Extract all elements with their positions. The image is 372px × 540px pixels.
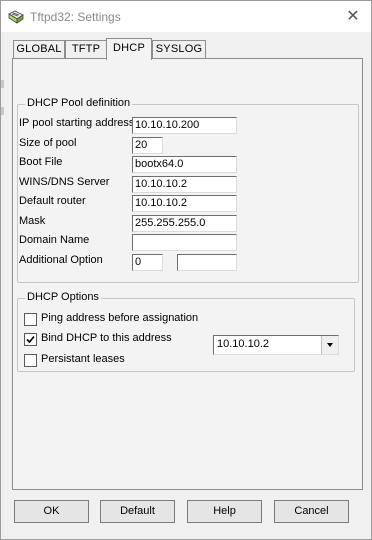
default-router-input[interactable]: 10.10.10.2 bbox=[132, 195, 237, 212]
bind-address-value: 10.10.10.2 bbox=[217, 338, 269, 350]
chevron-down-icon bbox=[327, 343, 333, 347]
help-button[interactable]: Help bbox=[187, 500, 262, 523]
persistant-leases-checkbox[interactable] bbox=[24, 354, 37, 367]
dhcp-options-legend: DHCP Options bbox=[25, 291, 101, 303]
boot-file-input[interactable]: bootx64.0 bbox=[132, 156, 237, 173]
window-title: Tftpd32: Settings bbox=[30, 10, 121, 24]
dropdown-button[interactable] bbox=[321, 336, 338, 354]
mask-label: Mask bbox=[19, 215, 46, 227]
tftpd32-app-icon bbox=[8, 10, 24, 24]
additional-option-number-input[interactable]: 0 bbox=[132, 254, 163, 271]
bind-address-dropdown[interactable]: 10.10.10.2 bbox=[213, 335, 339, 355]
default-router-label: Default router bbox=[19, 195, 86, 207]
additional-option-label: Additional Option bbox=[19, 254, 103, 266]
checkmark-icon bbox=[26, 335, 35, 344]
cancel-button[interactable]: Cancel bbox=[274, 500, 349, 523]
background-edge-mark bbox=[1, 80, 4, 88]
ip-start-label: IP pool starting address bbox=[19, 117, 135, 129]
wins-dns-label: WINS/DNS Server bbox=[19, 176, 110, 188]
boot-file-label: Boot File bbox=[19, 156, 63, 168]
ping-checkbox-label[interactable]: Ping address before assignation bbox=[41, 312, 198, 324]
ok-button[interactable]: OK bbox=[14, 500, 89, 523]
bind-dhcp-checkbox-label[interactable]: Bind DHCP to this address bbox=[41, 332, 172, 344]
settings-window: Tftpd32: Settings ✕ GLOBAL TFTP DHCP SYS… bbox=[0, 0, 372, 540]
dhcp-pool-legend: DHCP Pool definition bbox=[25, 97, 133, 109]
domain-name-label: Domain Name bbox=[19, 234, 90, 246]
mask-input[interactable]: 255.255.255.0 bbox=[132, 215, 237, 232]
additional-option-value-input[interactable] bbox=[177, 254, 237, 271]
ip-start-input[interactable]: 10.10.10.200 bbox=[132, 117, 237, 134]
tab-syslog[interactable]: SYSLOG bbox=[152, 40, 206, 59]
default-button[interactable]: Default bbox=[100, 500, 175, 523]
tab-global[interactable]: GLOBAL bbox=[13, 40, 65, 59]
persistant-leases-label[interactable]: Persistant leases bbox=[41, 353, 125, 365]
background-edge-mark bbox=[1, 107, 4, 115]
bind-dhcp-checkbox[interactable] bbox=[24, 333, 37, 346]
title-bar[interactable]: Tftpd32: Settings ✕ bbox=[1, 1, 371, 32]
pool-size-label: Size of pool bbox=[19, 137, 77, 149]
tab-tftp[interactable]: TFTP bbox=[65, 40, 107, 59]
tab-dhcp[interactable]: DHCP bbox=[106, 38, 152, 60]
domain-name-input[interactable] bbox=[132, 234, 237, 251]
pool-size-input[interactable]: 20 bbox=[132, 137, 163, 154]
close-icon[interactable]: ✕ bbox=[342, 7, 364, 27]
dhcp-tab-panel: DHCP Pool definition IP pool starting ad… bbox=[12, 58, 363, 490]
ping-checkbox[interactable] bbox=[24, 313, 37, 326]
wins-dns-input[interactable]: 10.10.10.2 bbox=[132, 176, 237, 193]
